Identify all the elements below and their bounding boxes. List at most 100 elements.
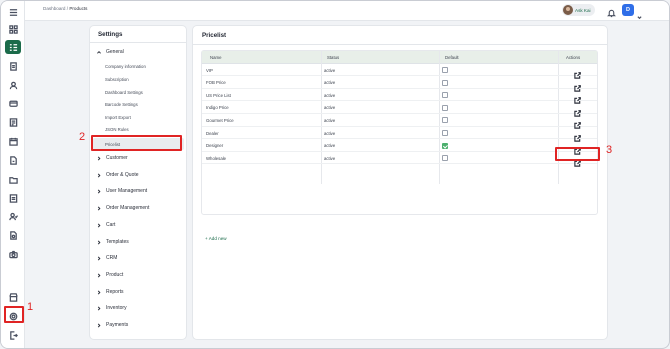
- table-row: Designer active: [202, 140, 597, 155]
- settings-title: Settings: [98, 31, 123, 38]
- default-checkbox[interactable]: [442, 92, 448, 99]
- nav-group-reports[interactable]: Reports: [97, 289, 124, 295]
- breadcrumb-root[interactable]: Dashboard: [43, 6, 65, 11]
- cell-status: active: [324, 117, 336, 123]
- dashboard-icon[interactable]: [5, 22, 21, 36]
- nav-group-label: Cart: [106, 222, 116, 228]
- nav-group-label: User Management: [106, 188, 148, 194]
- default-checkbox[interactable]: [442, 104, 448, 111]
- quotes-icon[interactable]: [5, 153, 21, 167]
- nav-item-barcode-settings[interactable]: Barcode Settings: [105, 102, 138, 107]
- edit-icon[interactable]: [574, 104, 581, 117]
- cell-status: active: [324, 105, 336, 111]
- table-header: Name Status Default Actions: [202, 51, 597, 64]
- nav-group-label: Inventory: [106, 305, 127, 311]
- orders-icon[interactable]: [5, 59, 21, 73]
- menu-icon[interactable]: [5, 5, 21, 19]
- nav-group-order-quote[interactable]: Order & Quote: [97, 172, 139, 178]
- edit-icon[interactable]: [574, 129, 581, 142]
- users-icon[interactable]: [5, 209, 21, 223]
- calendar-icon[interactable]: [5, 134, 21, 148]
- nav-group-label: Reports: [106, 289, 124, 295]
- table-row: VIP active: [202, 64, 597, 79]
- page-title: Pricelist: [202, 32, 227, 39]
- avatar: [563, 5, 573, 15]
- chevron-down-icon[interactable]: [637, 7, 642, 20]
- nav-group-crm[interactable]: CRM: [97, 255, 117, 261]
- nav-item-company-information[interactable]: Company information: [105, 64, 146, 69]
- cell-status: active: [324, 67, 336, 73]
- payments-icon[interactable]: [5, 96, 21, 110]
- highlight-box-settings: [4, 306, 24, 323]
- default-checkbox[interactable]: [442, 155, 448, 162]
- annotation-number-3: 3: [606, 144, 613, 156]
- cell-status: active: [324, 143, 336, 149]
- chevron-right-icon: [97, 306, 101, 311]
- add-new-button[interactable]: + Add new: [205, 236, 227, 241]
- logout-icon[interactable]: [5, 328, 21, 342]
- cell-name: Dealer: [206, 130, 219, 136]
- nav-group-label: Order Management: [106, 205, 150, 211]
- chevron-right-icon: [97, 223, 101, 228]
- cell-name: Indigo Price: [206, 105, 229, 111]
- edit-icon[interactable]: [574, 79, 581, 92]
- cell-status: active: [324, 155, 336, 161]
- nav-item-import-export[interactable]: Import Export: [105, 115, 131, 120]
- table-row: Gourmet Price active: [202, 114, 597, 130]
- divider: [193, 44, 607, 45]
- nav-group-product[interactable]: Product: [97, 272, 123, 278]
- edit-icon[interactable]: [574, 116, 581, 130]
- edit-icon[interactable]: [574, 66, 581, 79]
- store-icon[interactable]: [5, 290, 21, 304]
- chevron-right-icon: [97, 290, 101, 295]
- cell-status: active: [324, 130, 336, 136]
- pricelist-panel: Pricelist Name Status Default Actions VI…: [192, 25, 608, 340]
- cell-name: FOB Price: [206, 80, 226, 86]
- app-window: Dashboard / Products Ask Kai D Settings …: [0, 0, 670, 349]
- breadcrumb-current: Products: [69, 6, 88, 11]
- bell-icon[interactable]: [607, 5, 616, 18]
- default-checkbox[interactable]: [442, 117, 448, 124]
- nav-group-cart[interactable]: Cart: [97, 222, 115, 228]
- settings-panel: Settings General Company information Sub…: [89, 25, 187, 340]
- ask-kai-button[interactable]: Ask Kai: [562, 4, 595, 16]
- column-header-status[interactable]: Status: [327, 55, 339, 60]
- nav-group-templates[interactable]: Templates: [97, 239, 129, 245]
- default-checkbox[interactable]: [442, 142, 448, 149]
- default-checkbox[interactable]: [442, 79, 448, 86]
- products-icon[interactable]: [5, 40, 21, 54]
- nav-item-subscription[interactable]: Subscription: [105, 77, 129, 82]
- nav-group-payments[interactable]: Payments: [97, 322, 128, 328]
- table-row: FOB Price active: [202, 77, 597, 92]
- cell-status: active: [324, 80, 336, 86]
- chevron-right-icon: [97, 206, 101, 211]
- catalog-icon[interactable]: [5, 115, 21, 129]
- folder-icon[interactable]: [5, 191, 21, 205]
- account-avatar[interactable]: D: [622, 4, 634, 16]
- breadcrumb: Dashboard / Products: [43, 6, 87, 11]
- column-header-default[interactable]: Default: [445, 55, 459, 60]
- documents-icon[interactable]: [5, 172, 21, 186]
- nav-item-json-rules[interactable]: JSON Rules: [105, 127, 129, 132]
- default-checkbox[interactable]: [442, 130, 448, 136]
- files-icon[interactable]: [5, 228, 21, 242]
- customers-icon[interactable]: [5, 78, 21, 92]
- chevron-right-icon: [97, 156, 101, 161]
- nav-group-general[interactable]: General: [97, 49, 124, 55]
- nav-group-inventory[interactable]: Inventory: [97, 305, 127, 311]
- camera-icon[interactable]: [5, 247, 21, 261]
- cell-status: active: [324, 92, 336, 98]
- nav-group-customer[interactable]: Customer: [97, 155, 128, 161]
- edit-icon[interactable]: [574, 91, 581, 104]
- default-checkbox[interactable]: [442, 67, 448, 73]
- chevron-right-icon: [97, 323, 101, 328]
- column-header-name[interactable]: Name: [210, 55, 221, 60]
- cell-name: Designer: [206, 143, 224, 149]
- nav-group-order-management[interactable]: Order Management: [97, 205, 149, 211]
- nav-item-dashboard-settings[interactable]: Dashboard Settings: [105, 90, 143, 95]
- cell-name: VIP: [206, 67, 213, 73]
- nav-group-user-management[interactable]: User Management: [97, 188, 147, 194]
- annotation-number-2: 2: [79, 131, 86, 143]
- highlight-box-pricelist: [91, 135, 182, 151]
- nav-group-label: General: [106, 49, 124, 55]
